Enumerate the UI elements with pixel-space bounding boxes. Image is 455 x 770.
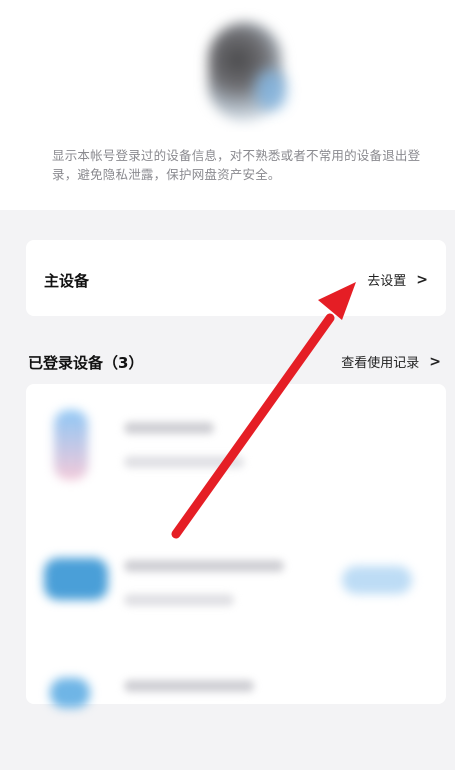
red-arrow-annotation (171, 282, 356, 539)
arrow-shaft (171, 313, 335, 539)
arrow-head (318, 282, 356, 320)
